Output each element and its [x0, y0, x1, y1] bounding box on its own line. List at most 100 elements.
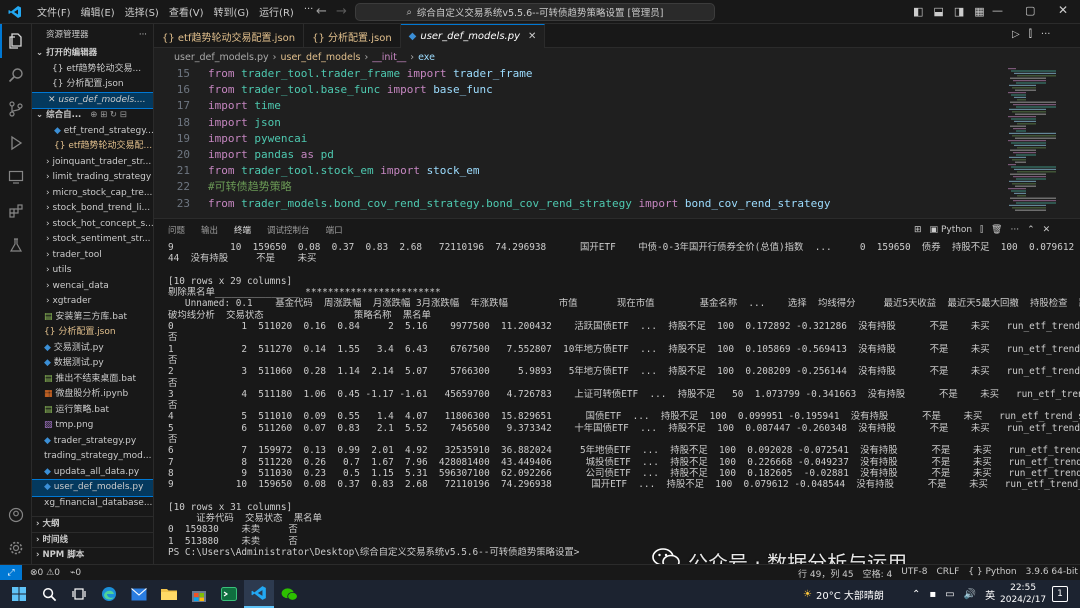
menu-go[interactable]: 转到(G) [209, 4, 255, 19]
settings-gear-icon[interactable] [0, 532, 32, 564]
testing-flask-icon[interactable] [0, 228, 32, 262]
close-editor-icon[interactable]: ✕ [48, 95, 58, 105]
file-item[interactable]: ▨ tmp.png [32, 418, 153, 434]
weather-widget[interactable]: ☀ 20°C 大部晴朗 [803, 587, 884, 602]
extensions-icon[interactable] [0, 194, 32, 228]
timeline-header[interactable]: › 时间线 [32, 531, 153, 548]
minimap[interactable] [1004, 66, 1080, 218]
breadcrumb-item[interactable]: __init__ [372, 52, 406, 63]
terminal-output[interactable]: 9 10 159650 0.08 0.37 0.83 2.68 72110196… [154, 242, 1080, 564]
panel-tab[interactable]: 问题 [160, 219, 193, 243]
run-file-icon[interactable]: ▷ [1012, 29, 1020, 40]
file-explorer-icon[interactable] [154, 580, 184, 608]
taskbar-search-icon[interactable] [34, 580, 64, 608]
notification-center-icon[interactable]: 1 [1052, 586, 1068, 602]
remote-indicator-icon[interactable]: ⤢ [0, 564, 22, 581]
folder-item[interactable]: › stock_hot_concept_s... [32, 217, 153, 233]
toggle-secondary-sidebar-icon[interactable]: ◨ [954, 5, 964, 18]
problems-status[interactable]: ⊗0 ⚠0 [30, 568, 60, 578]
command-center[interactable]: ⌕ 综合自定义交易系统v5.5.6--可转债趋势策略设置 [管理员] [355, 3, 715, 21]
maximize-button[interactable]: ▢ [1025, 4, 1035, 17]
breadcrumb-item[interactable]: user_def_models.py [174, 52, 269, 63]
encoding[interactable]: UTF-8 [901, 567, 927, 580]
file-item[interactable]: ▦ 微盘股分析.ipynb [32, 387, 153, 403]
panel-tab[interactable]: 调试控制台 [259, 219, 318, 243]
panel-tab[interactable]: 输出 [193, 219, 226, 243]
folder-item[interactable]: › utils [32, 263, 153, 279]
cursor-position[interactable]: 行 49，列 45 [798, 567, 854, 580]
maximize-panel-icon[interactable]: ⌃ [1027, 225, 1035, 235]
minimize-button[interactable]: — [992, 4, 1003, 17]
file-item[interactable]: {} 分析配置.json [32, 325, 153, 341]
trash-icon[interactable]: 🗑 [991, 225, 1002, 235]
source-control-icon[interactable] [0, 92, 32, 126]
search-view-icon[interactable] [0, 58, 32, 92]
terminal-app-icon[interactable] [214, 580, 244, 608]
tab-analysis-config[interactable]: {} 分析配置.json [304, 24, 401, 48]
folder-item[interactable]: › stock_bond_trend_li... [32, 201, 153, 217]
toggle-primary-sidebar-icon[interactable]: ◧ [913, 5, 923, 18]
breadcrumb-item[interactable]: exe [418, 52, 435, 63]
tray-chevron-up-icon[interactable]: ⌃ [912, 589, 920, 600]
open-editor-item[interactable]: {} etf趋势轮动交易... [32, 62, 153, 78]
file-item[interactable]: ◆ 交易测试.py [32, 341, 153, 357]
menu-edit[interactable]: 编辑(E) [76, 4, 120, 19]
split-editor-icon[interactable]: ⫿ [1029, 29, 1032, 40]
breadcrumb-item[interactable]: user_def_models [280, 52, 360, 63]
open-editor-item[interactable]: ✕ user_def_models.... [32, 91, 153, 109]
account-icon[interactable] [0, 498, 32, 532]
menu-selection[interactable]: 选择(S) [120, 4, 164, 19]
back-arrow-icon[interactable]: ← [316, 4, 327, 19]
folder-item[interactable]: › stock_sentiment_str... [32, 232, 153, 248]
customize-layout-icon[interactable]: ▦ [974, 5, 984, 18]
folder-item[interactable]: › micro_stock_cap_tre... [32, 186, 153, 202]
run-debug-icon[interactable] [0, 126, 32, 160]
editor-more-icon[interactable]: ··· [1041, 29, 1051, 40]
tab-etf-config[interactable]: {} etf趋势轮动交易配置.json [154, 24, 305, 48]
close-tab-icon[interactable]: ✕ [528, 31, 536, 42]
folder-item[interactable]: › limit_trading_strategy [32, 170, 153, 186]
file-item[interactable]: ◆ etf_trend_strategy.... [32, 124, 153, 140]
file-item[interactable]: ▤ 推出不结束桌面.bat [32, 372, 153, 388]
npm-scripts-header[interactable]: › NPM 脚本 [32, 547, 153, 563]
close-panel-icon[interactable]: ✕ [1043, 225, 1051, 235]
file-item[interactable]: ◆ trader_strategy.py [32, 434, 153, 450]
file-item[interactable]: ◆ updata_all_data.py [32, 465, 153, 481]
folder-item[interactable]: › trader_tool [32, 248, 153, 264]
tray-app-icon[interactable]: ▪ [929, 589, 936, 600]
menu-view[interactable]: 查看(V) [164, 4, 209, 19]
tab-user-def-models[interactable]: ◆ user_def_models.py ✕ [400, 24, 546, 48]
menu-run[interactable]: 运行(R) [254, 4, 299, 19]
forward-arrow-icon[interactable]: → [336, 4, 347, 19]
microsoft-store-icon[interactable] [184, 580, 214, 608]
file-item[interactable]: ◆ user_def_models.py [32, 479, 153, 497]
input-method-indicator[interactable]: 英 [985, 587, 995, 602]
mail-icon[interactable] [124, 580, 154, 608]
network-icon[interactable]: ▭ [945, 589, 954, 600]
language-mode[interactable]: { } Python [968, 567, 1016, 580]
workspace-actions-icons[interactable]: ⊕ ⊞ ↻ ⊟ [90, 110, 127, 120]
outline-header[interactable]: › 大纲 [32, 516, 153, 532]
file-item[interactable]: ▤ 安装第三方库.bat [32, 310, 153, 326]
wechat-taskbar-icon[interactable] [274, 580, 304, 608]
edge-browser-icon[interactable] [94, 580, 124, 608]
file-item[interactable]: ◆ 数据测试.py [32, 356, 153, 372]
more-actions-icon[interactable]: ··· [139, 24, 147, 46]
code-editor[interactable]: 15 from trader_tool.trader_frame import t… [154, 66, 1004, 218]
panel-tab[interactable]: 端口 [318, 219, 351, 243]
file-item[interactable]: xg_financial_database... [32, 496, 153, 512]
task-view-icon[interactable] [64, 580, 94, 608]
indentation[interactable]: 空格: 4 [863, 567, 893, 580]
file-item[interactable]: ▤ 运行策略.bat [32, 403, 153, 419]
remote-explorer-icon[interactable] [0, 160, 32, 194]
clock[interactable]: 22:55 2024/2/17 [1000, 582, 1046, 606]
explorer-icon[interactable] [0, 24, 32, 58]
split-terminal-icon[interactable]: ⫿ [980, 225, 983, 235]
toggle-panel-icon[interactable]: ⬓ [933, 5, 943, 18]
panel-tab[interactable]: 终端 [226, 219, 260, 243]
workspace-header[interactable]: ⌄ 综合自... ⊕ ⊞ ↻ ⊟ [32, 108, 153, 124]
folder-item[interactable]: › wencai_data [32, 279, 153, 295]
line-ending[interactable]: CRLF [937, 567, 960, 580]
volume-icon[interactable]: 🔊 [964, 589, 976, 600]
ports-status[interactable]: ⌁0 [70, 568, 81, 578]
